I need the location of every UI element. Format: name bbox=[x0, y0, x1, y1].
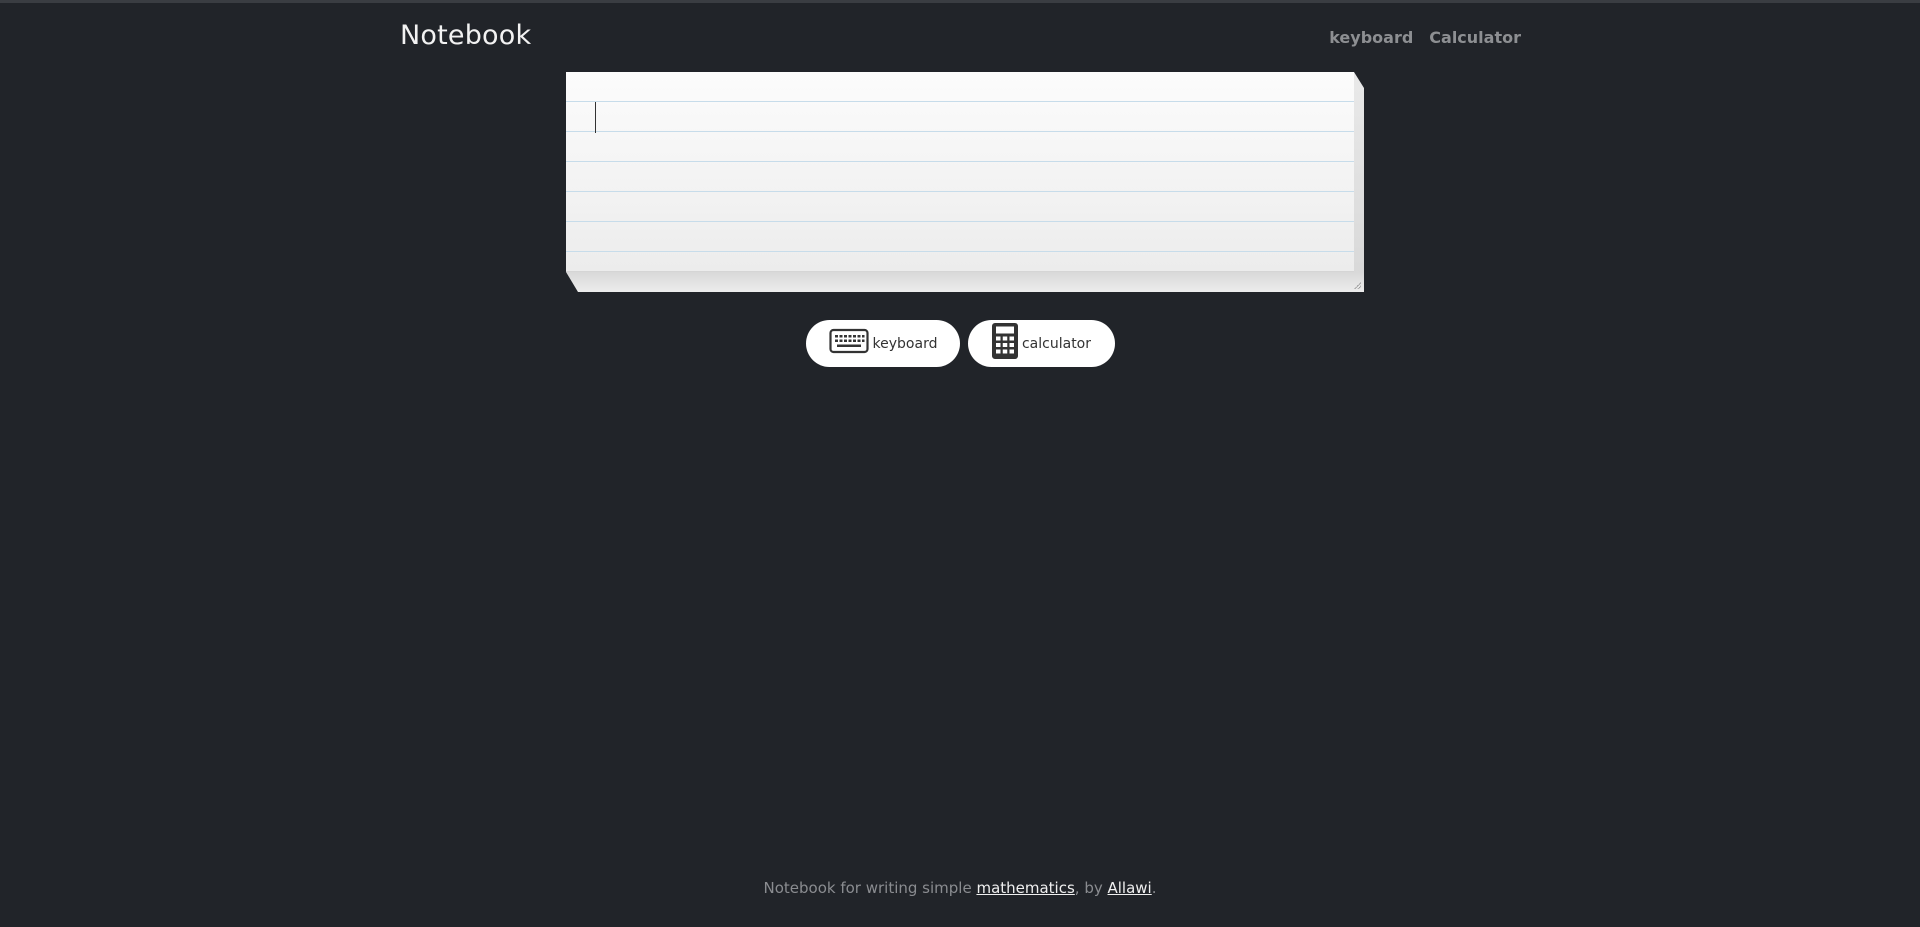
brand-title[interactable]: Notebook bbox=[400, 20, 531, 51]
top-border bbox=[0, 0, 1920, 3]
calculator-button-label: calculator bbox=[1021, 335, 1091, 352]
footer: Notebook for writing simple mathematics,… bbox=[0, 879, 1920, 897]
keyboard-button-label: keyboard bbox=[872, 335, 938, 352]
text-caret bbox=[595, 102, 596, 133]
keyboard-button[interactable]: keyboard bbox=[806, 320, 960, 367]
notebook-pad bbox=[566, 72, 1364, 292]
footer-middle: , by bbox=[1074, 879, 1108, 897]
keyboard-icon bbox=[828, 328, 869, 359]
notebook-textarea[interactable] bbox=[566, 72, 1354, 272]
calculator-icon bbox=[991, 323, 1018, 364]
resize-handle[interactable] bbox=[1354, 282, 1361, 289]
pad-edge-bottom bbox=[566, 272, 1364, 292]
footer-author-link[interactable]: Allawi bbox=[1108, 879, 1152, 897]
footer-prefix: Notebook for writing simple bbox=[763, 879, 977, 897]
pad-edge-right bbox=[1354, 72, 1364, 292]
calculator-button[interactable]: calculator bbox=[968, 320, 1115, 367]
footer-suffix: . bbox=[1151, 879, 1157, 897]
footer-mathematics-link[interactable]: mathematics bbox=[976, 879, 1074, 897]
nav-keyboard-link[interactable]: keyboard bbox=[1329, 28, 1413, 47]
top-nav: keyboard Calculator bbox=[1329, 28, 1521, 47]
nav-calculator-link[interactable]: Calculator bbox=[1429, 28, 1521, 47]
